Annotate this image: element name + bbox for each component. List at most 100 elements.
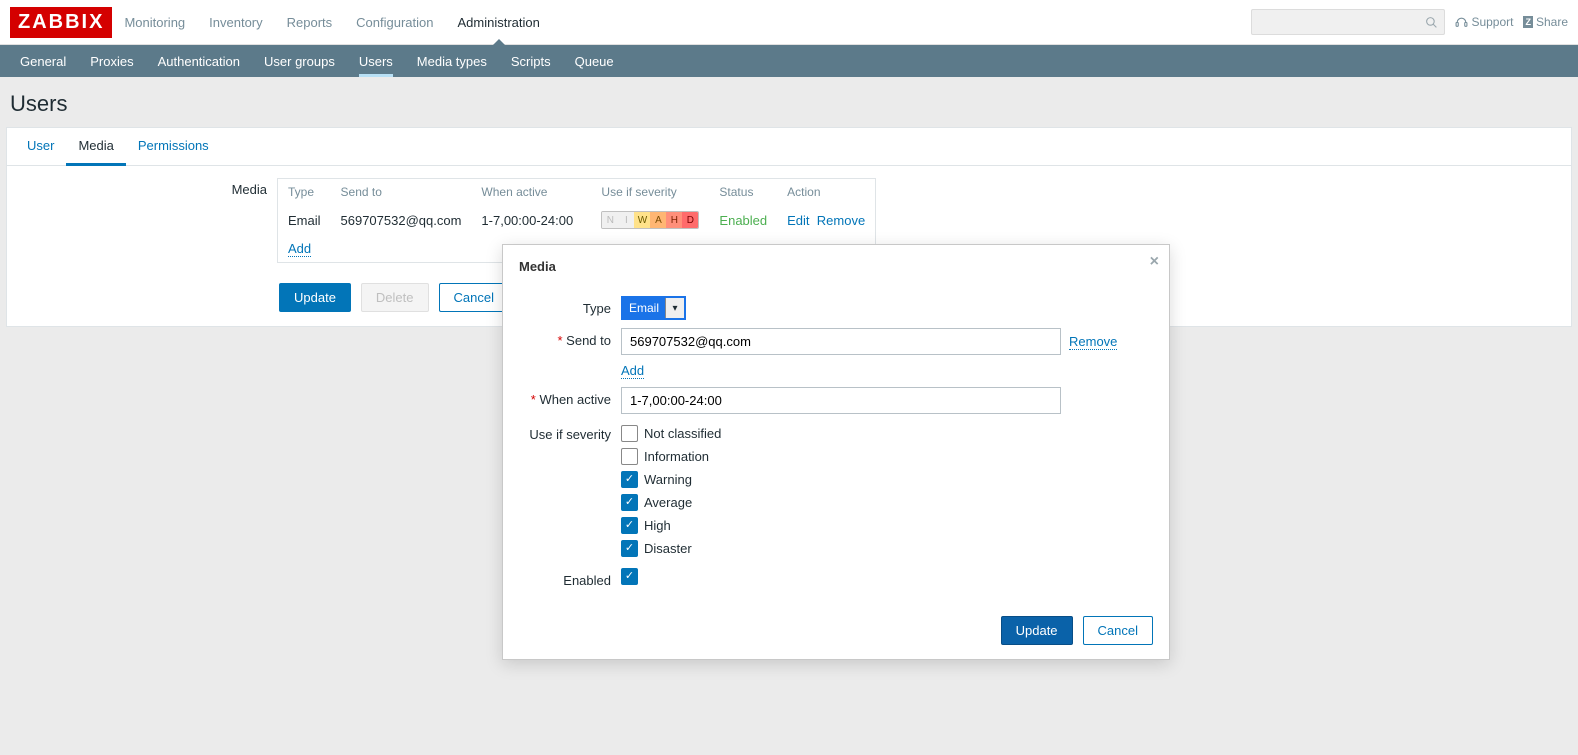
cell-status: Enabled bbox=[709, 205, 777, 235]
severity-label: Information bbox=[644, 449, 709, 464]
sev-d: D bbox=[682, 212, 698, 228]
col-type: Type bbox=[278, 179, 331, 205]
tab-user[interactable]: User bbox=[15, 128, 66, 165]
page-title: Users bbox=[0, 77, 1578, 127]
severity-label: Not classified bbox=[644, 426, 721, 441]
label-whenactive: When active bbox=[519, 387, 621, 407]
severity-row-warning: Warning bbox=[621, 471, 692, 488]
severity-checkbox-average[interactable] bbox=[621, 494, 638, 511]
severity-row-disaster: Disaster bbox=[621, 540, 692, 557]
whenactive-input[interactable] bbox=[621, 387, 1061, 414]
share-label: Share bbox=[1536, 15, 1568, 29]
search-input[interactable] bbox=[1251, 9, 1445, 35]
severity-strip: N I W A H D bbox=[601, 211, 699, 229]
label-useif: Use if severity bbox=[519, 422, 621, 442]
sev-a: A bbox=[650, 212, 666, 228]
col-useif: Use if severity bbox=[591, 179, 709, 205]
severity-row-information: Information bbox=[621, 448, 709, 465]
topnav-right: Support Z Share bbox=[1251, 9, 1568, 35]
z-icon: Z bbox=[1523, 16, 1533, 28]
sev-w: W bbox=[634, 212, 650, 228]
headset-icon bbox=[1455, 16, 1468, 29]
severity-label: Disaster bbox=[644, 541, 692, 556]
severity-label: Average bbox=[644, 495, 692, 510]
row-enabled: Enabled bbox=[519, 568, 1153, 588]
severity-checkbox-information[interactable] bbox=[621, 448, 638, 465]
row-sendto: Send to Remove bbox=[519, 328, 1153, 355]
severity-checkbox-disaster[interactable] bbox=[621, 540, 638, 557]
row-sendto-add: Add bbox=[519, 363, 1153, 379]
cancel-button[interactable]: Cancel bbox=[439, 283, 509, 312]
sendto-input[interactable] bbox=[621, 328, 1061, 355]
severity-row-average: Average bbox=[621, 494, 692, 511]
media-modal: Media × Type Email ▾ Send to Remove Add bbox=[502, 244, 1170, 660]
subnav-item-authentication[interactable]: Authentication bbox=[146, 45, 252, 77]
modal-header: Media × bbox=[503, 245, 1169, 282]
col-action: Action bbox=[777, 179, 875, 205]
modal-cancel-button[interactable]: Cancel bbox=[1083, 616, 1153, 645]
type-select[interactable]: Email ▾ bbox=[621, 296, 686, 320]
support-link[interactable]: Support bbox=[1455, 15, 1513, 29]
cell-action: Edit Remove bbox=[777, 205, 875, 235]
subnav-item-user-groups[interactable]: User groups bbox=[252, 45, 347, 77]
severity-label: Warning bbox=[644, 472, 692, 487]
subnav-item-scripts[interactable]: Scripts bbox=[499, 45, 563, 77]
col-status: Status bbox=[709, 179, 777, 205]
severity-row-not-classified: Not classified bbox=[621, 425, 721, 442]
subnav-item-media-types[interactable]: Media types bbox=[405, 45, 499, 77]
severity-label: High bbox=[644, 518, 671, 533]
media-label: Media bbox=[17, 178, 277, 263]
modal-body: Type Email ▾ Send to Remove Add When act… bbox=[503, 282, 1169, 606]
edit-link[interactable]: Edit bbox=[787, 213, 809, 228]
topnav-item-configuration[interactable]: Configuration bbox=[344, 0, 445, 44]
subnav-item-general[interactable]: General bbox=[8, 45, 78, 77]
close-icon[interactable]: × bbox=[1150, 253, 1159, 271]
cell-useif: N I W A H D bbox=[591, 205, 709, 235]
modal-update-button[interactable]: Update bbox=[1001, 616, 1073, 645]
row-useif: Use if severity Not classified Informatio… bbox=[519, 422, 1153, 560]
topnav-items: MonitoringInventoryReportsConfigurationA… bbox=[112, 0, 551, 44]
status-enabled: Enabled bbox=[719, 213, 767, 228]
sendto-remove-link[interactable]: Remove bbox=[1069, 334, 1117, 350]
severity-row-high: High bbox=[621, 517, 671, 534]
modal-footer: Update Cancel bbox=[503, 606, 1169, 659]
severity-checkbox-not-classified[interactable] bbox=[621, 425, 638, 442]
subnav: GeneralProxiesAuthenticationUser groupsU… bbox=[0, 45, 1578, 77]
cell-when: 1-7,00:00-24:00 bbox=[471, 205, 591, 235]
topnav-item-inventory[interactable]: Inventory bbox=[197, 0, 274, 44]
add-media-link[interactable]: Add bbox=[288, 241, 311, 257]
update-button[interactable]: Update bbox=[279, 283, 351, 312]
severity-checkbox-warning[interactable] bbox=[621, 471, 638, 488]
modal-title: Media bbox=[519, 259, 556, 274]
media-table-header: Type Send to When active Use if severity… bbox=[278, 179, 875, 205]
remove-link[interactable]: Remove bbox=[817, 213, 865, 228]
subnav-item-users[interactable]: Users bbox=[347, 45, 405, 77]
sev-h: H bbox=[666, 212, 682, 228]
subnav-item-queue[interactable]: Queue bbox=[563, 45, 626, 77]
tabs: UserMediaPermissions bbox=[7, 128, 1571, 166]
col-sendto: Send to bbox=[331, 179, 472, 205]
delete-button: Delete bbox=[361, 283, 429, 312]
brand-logo: ZABBIX bbox=[10, 7, 112, 38]
label-enabled: Enabled bbox=[519, 568, 621, 588]
topnav-item-monitoring[interactable]: Monitoring bbox=[112, 0, 197, 44]
row-type: Type Email ▾ bbox=[519, 296, 1153, 320]
severity-checkbox-high[interactable] bbox=[621, 517, 638, 534]
tab-media[interactable]: Media bbox=[66, 128, 125, 166]
cell-type: Email bbox=[278, 205, 331, 235]
search-icon bbox=[1425, 16, 1438, 29]
label-sendto: Send to bbox=[519, 328, 621, 348]
sendto-add-link[interactable]: Add bbox=[621, 363, 644, 379]
topnav-item-administration[interactable]: Administration bbox=[446, 0, 552, 44]
topnav: ZABBIX MonitoringInventoryReportsConfigu… bbox=[0, 0, 1578, 45]
label-type: Type bbox=[519, 296, 621, 316]
sev-i: I bbox=[618, 212, 634, 228]
cell-sendto: 569707532@qq.com bbox=[331, 205, 472, 235]
share-link[interactable]: Z Share bbox=[1523, 15, 1568, 29]
subnav-item-proxies[interactable]: Proxies bbox=[78, 45, 145, 77]
enabled-checkbox[interactable] bbox=[621, 568, 638, 585]
topnav-item-reports[interactable]: Reports bbox=[275, 0, 345, 44]
tab-permissions[interactable]: Permissions bbox=[126, 128, 221, 165]
row-whenactive: When active bbox=[519, 387, 1153, 414]
support-label: Support bbox=[1471, 15, 1513, 29]
